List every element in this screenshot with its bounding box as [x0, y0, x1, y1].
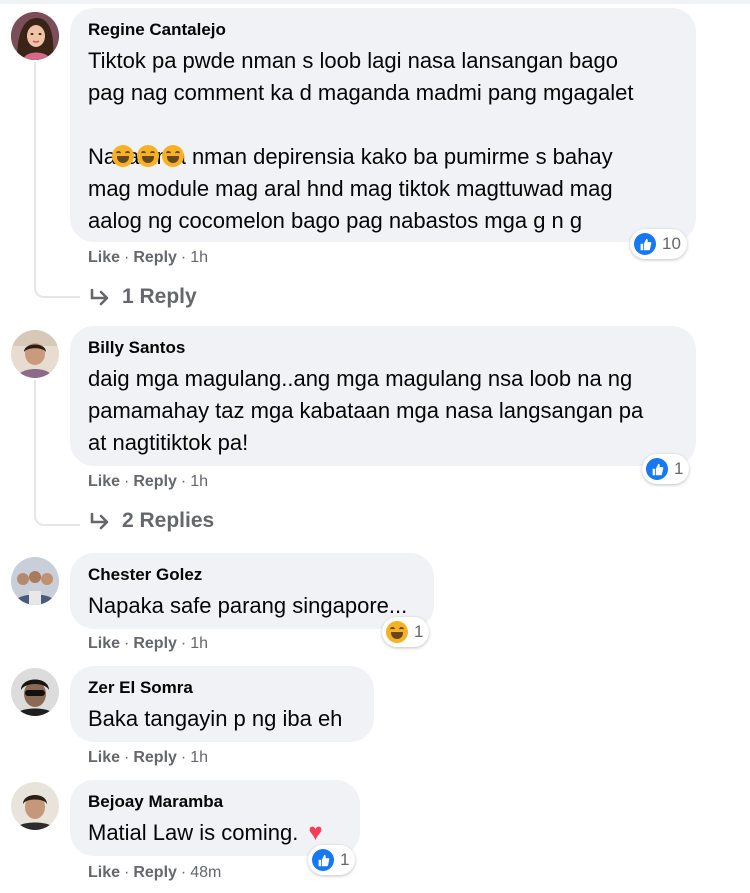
avatar[interactable] — [11, 330, 59, 378]
timestamp[interactable]: 1h — [190, 473, 208, 490]
replies-label: 2 Replies — [122, 509, 215, 532]
top-divider — [0, 0, 750, 4]
reaction-count: 1 — [414, 622, 424, 641]
comment-actions: Like · Reply · 1h — [88, 635, 209, 652]
comment-bubble: Regine Cantalejo Tiktok pa pwde nman s l… — [70, 8, 696, 242]
comment-text-line: pag nag comment ka d maganda madmi pang … — [88, 80, 634, 105]
like-link[interactable]: Like — [88, 473, 120, 490]
thread-line — [34, 62, 36, 280]
view-replies[interactable]: 2 Replies — [90, 509, 214, 533]
reply-arrow-icon — [90, 288, 109, 306]
emoji-line — [88, 109, 678, 167]
comment-text-line: aalog ng cocomelon bago pag nabastos mga… — [88, 208, 583, 233]
thread-elbow — [34, 270, 80, 298]
timestamp[interactable]: 48m — [190, 864, 221, 881]
reply-link[interactable]: Reply — [133, 864, 177, 881]
comment-author[interactable]: Zer El Somra — [88, 677, 356, 699]
reaction-count: 10 — [662, 234, 681, 253]
red-heart-emoji: ♥ — [308, 819, 323, 846]
comment-author[interactable]: Regine Cantalejo — [88, 19, 678, 41]
reaction-count: 1 — [674, 459, 684, 478]
timestamp[interactable]: 1h — [190, 749, 208, 766]
avatar[interactable] — [11, 782, 59, 830]
reply-link[interactable]: Reply — [133, 635, 177, 652]
view-replies[interactable]: 1 Reply — [90, 285, 197, 309]
reaction-summary[interactable]: 1 — [308, 845, 356, 875]
comment-text: Matial Law is coming. — [88, 820, 305, 845]
reply-arrow-icon — [90, 512, 109, 530]
comment-actions: Like · Reply · 1h — [88, 249, 209, 266]
timestamp[interactable]: 1h — [190, 249, 208, 266]
reply-link[interactable]: Reply — [133, 249, 177, 266]
comment-text-line: daig mga magulang..ang mga magulang nsa … — [88, 366, 633, 391]
like-reaction-icon — [634, 233, 656, 255]
comment-text-line: mag module mag aral hnd mag tiktok magtt… — [88, 176, 613, 201]
comment-bubble: Zer El Somra Baka tangayin p ng iba eh — [70, 666, 374, 742]
timestamp[interactable]: 1h — [190, 635, 208, 652]
comment-text-line: Baka tangayin p ng iba eh — [88, 706, 343, 731]
like-link[interactable]: Like — [88, 749, 120, 766]
comment-actions: Like · Reply · 1h — [88, 473, 209, 490]
like-link[interactable]: Like — [88, 864, 120, 881]
comment-author[interactable]: Chester Golez — [88, 564, 416, 586]
comment-text-line: Tiktok pa pwde nman s loob lagi nasa lan… — [88, 48, 618, 73]
reply-link[interactable]: Reply — [133, 473, 177, 490]
reaction-count: 1 — [340, 850, 350, 869]
reaction-summary[interactable]: 1 — [642, 454, 690, 484]
comment-text-line: pamamahay taz mga kabataan mga nasa lang… — [88, 398, 644, 423]
comment-actions: Like · Reply · 48m — [88, 864, 222, 881]
comment-author[interactable]: Bejoay Maramba — [88, 791, 342, 813]
like-link[interactable]: Like — [88, 635, 120, 652]
comment-bubble: Billy Santos daig mga magulang..ang mga … — [70, 326, 696, 466]
thread-elbow — [34, 498, 80, 526]
comment-author[interactable]: Billy Santos — [88, 337, 678, 359]
like-reaction-icon — [646, 458, 668, 480]
like-reaction-icon — [312, 849, 334, 871]
like-link[interactable]: Like — [88, 249, 120, 266]
avatar[interactable] — [11, 12, 59, 60]
haha-reaction-icon — [386, 621, 408, 643]
comment-text-line: Napaka safe parang singapore... — [88, 593, 408, 618]
replies-label: 1 Reply — [122, 285, 197, 308]
comment-actions: Like · Reply · 1h — [88, 749, 209, 766]
comment-text-line: Matial Law is coming. ♥ — [88, 817, 342, 849]
avatar[interactable] — [11, 557, 59, 605]
thread-line — [34, 380, 36, 508]
reaction-summary[interactable]: 1 — [382, 617, 430, 647]
avatar[interactable] — [11, 668, 59, 716]
reply-link[interactable]: Reply — [133, 749, 177, 766]
comment-bubble: Chester Golez Napaka safe parang singapo… — [70, 553, 434, 629]
comment-bubble: Bejoay Maramba Matial Law is coming. ♥ — [70, 780, 360, 856]
reaction-summary[interactable]: 10 — [630, 229, 687, 259]
comment-text-line: at nagtitiktok pa! — [88, 430, 249, 455]
